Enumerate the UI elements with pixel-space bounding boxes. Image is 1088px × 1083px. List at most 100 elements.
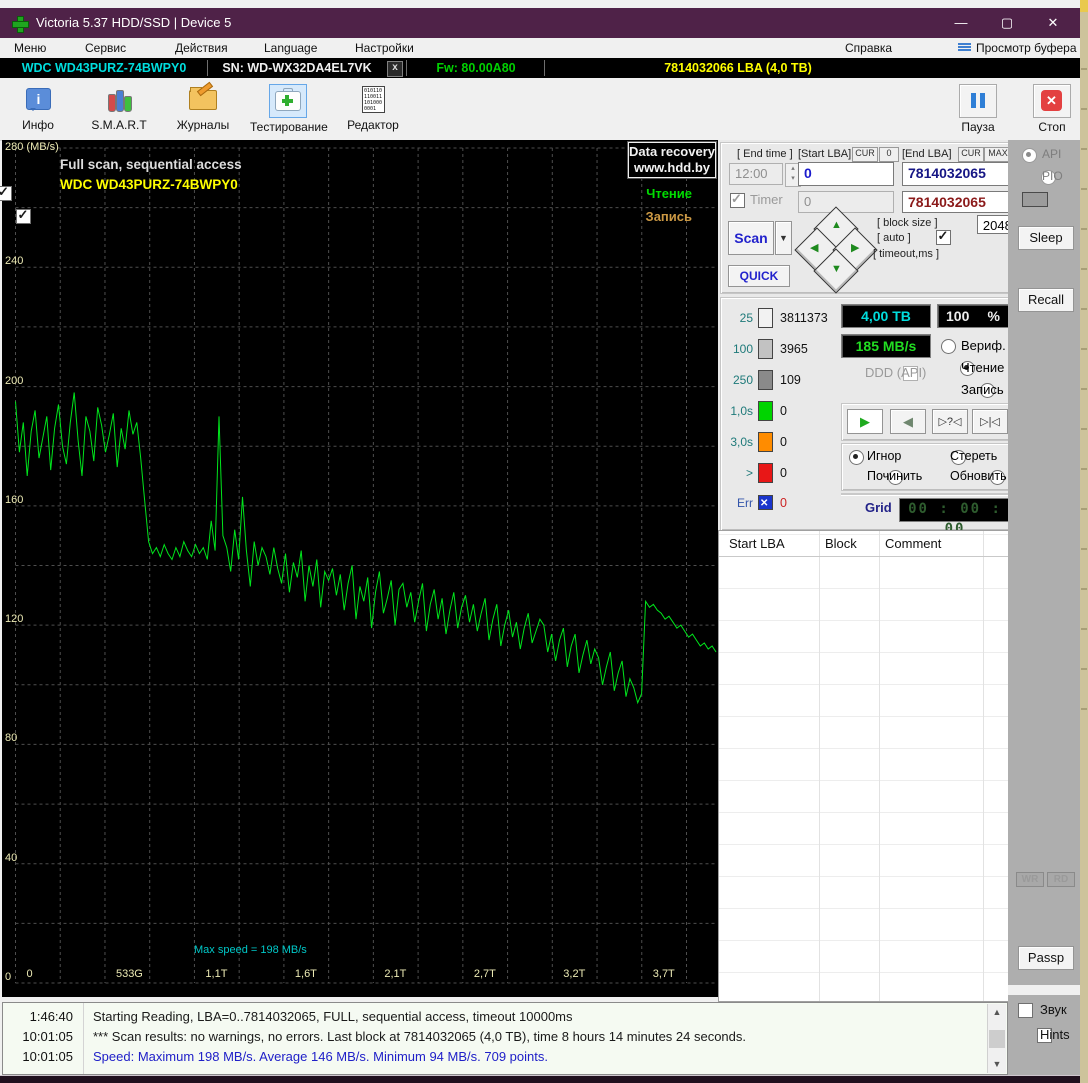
play-button[interactable]: ▶ [847,409,883,434]
victoria-app-window: Victoria 5.37 HDD/SSD | Device 5 — ▢ ✕ М… [0,0,1088,1083]
stat-row-25: 253811373 [723,308,828,328]
x-tick-label: 533G [116,968,143,980]
column-header-start-lba[interactable]: Start LBA [729,536,785,551]
auto-checkbox[interactable] [936,230,951,245]
menu-item-service[interactable]: Сервис [85,41,126,55]
legend-read-checkbox[interactable] [0,186,12,201]
x-tick-label: 3,2T [563,968,585,980]
speed-graph: 280 (MB/s)24020016012080400 0533G1,1T1,6… [2,140,719,997]
scroll-down-icon[interactable]: ▼ [988,1056,1006,1073]
menu-item-settings[interactable]: Настройки [355,41,414,55]
pio-label: PIO [1042,169,1063,183]
column-divider [983,531,984,1001]
timer-field[interactable]: 0 [798,191,894,213]
toolbar-smart-button[interactable]: S.M.A.R.T [81,82,157,136]
swatch-3s [758,432,773,452]
stat-row-err: Err0 [723,494,787,512]
scan-settings-group: [ End time ] 12:00 ▴▾ [Start LBA] CUR 0 … [720,142,1012,294]
ignore-radio[interactable] [849,450,864,465]
y-tick-label: 0 [5,971,11,983]
end-lba-cur-button[interactable]: CUR [958,147,984,162]
legend-read-label: Чтение [646,186,692,202]
transport-group: ▶ ◀ ▷?◁ ▷|◁ [841,403,1013,441]
rd-button[interactable]: RD [1047,872,1075,887]
jog-left-icon: ◀ [810,241,818,254]
minimize-button[interactable]: — [938,8,984,38]
scan-dropdown-button[interactable]: ▼ [775,221,792,255]
stop-icon: ✕ [1033,84,1071,118]
end-lba2-field[interactable]: 7814032065 [902,191,1010,213]
menu-item-help[interactable]: Справка [845,41,892,55]
column-divider [879,531,880,1001]
jog-pad[interactable]: ▲ ◀ ▶ ▼ [799,211,873,289]
legend-write-checkbox[interactable] [16,209,31,224]
menu-item-language[interactable]: Language [264,41,317,55]
column-header-block[interactable]: Block [825,536,857,551]
read-label: Чтение [961,360,1004,375]
x-tick-label: 3,7T [653,968,675,980]
sleep-button[interactable]: Sleep [1018,226,1074,250]
device-bar: WDC WD43PURZ-74BWPY0 SN: WD-WX32DA4EL7VK… [0,58,1080,78]
legend-write-label: Запись [646,209,692,225]
info-icon: i [20,84,56,116]
scroll-up-icon[interactable]: ▲ [988,1004,1006,1021]
device-close-button[interactable]: x [387,61,403,77]
y-tick-label: 240 [5,255,23,267]
verify-radio[interactable] [941,339,956,354]
log-row: 10:01:05 Speed: Maximum 198 MB/s. Averag… [3,1047,1007,1067]
scrollbar-thumb[interactable] [989,1030,1005,1048]
sound-label: Звук [1040,1002,1067,1017]
sound-checkbox[interactable] [1018,1003,1033,1018]
reverse-button[interactable]: ◀ [890,409,926,434]
wr-button[interactable]: WR [1016,872,1044,887]
log-row: 10:01:05 *** Scan results: no warnings, … [3,1027,1007,1047]
toolbar: i Инфо S.M.A.R.T Журналы Тестирование 01… [0,78,1080,141]
quick-button[interactable]: QUICK [728,265,790,287]
ddd-label: DDD (API) [865,365,926,380]
menu-item-actions[interactable]: Действия [175,41,228,55]
toolbar-logs-button[interactable]: Журналы [165,82,241,136]
pause-icon [959,84,997,118]
start-lba-cur-button[interactable]: CUR [852,147,878,162]
toolbar-stop-button[interactable]: ✕ Стоп [1014,82,1088,136]
device-model[interactable]: WDC WD43PURZ-74BWPY0 [4,58,204,78]
toolbar-editor-button[interactable]: 010110 110011 101000 0001 Редактор [335,82,411,136]
log-scrollbar[interactable]: ▲ ▼ [987,1004,1006,1073]
spacer [1008,985,1080,995]
api-radio[interactable] [1022,148,1037,163]
scan-question-button[interactable]: ▷?◁ [932,409,968,434]
toolbar-info-button[interactable]: i Инфо [0,82,76,136]
size-display: 4,00 ТВ [841,304,931,328]
start-lba-label: [Start LBA] [798,148,851,160]
scan-button[interactable]: Scan [728,221,774,255]
y-tick-label: 160 [5,494,23,506]
menu-item-menu[interactable]: Меню [14,41,46,55]
defect-action-group: Игнор Стереть Починить Обновить [841,443,1013,491]
max-speed-note: Max speed = 198 MB/s [194,944,307,956]
device-lba: 7814032066 LBA (4,0 ТВ) [548,58,928,78]
close-button[interactable]: ✕ [1030,8,1076,38]
swatch-250 [758,370,773,390]
column-header-comment[interactable]: Comment [885,536,941,551]
window-title: Victoria 5.37 HDD/SSD | Device 5 [36,15,231,30]
swatch-1s [758,401,773,421]
end-lba-field[interactable]: 7814032065 [902,162,1010,186]
to-end-button[interactable]: ▷|◁ [972,409,1008,434]
toolbar-pause-button[interactable]: Пауза [940,82,1016,136]
start-lba-field[interactable]: 0 [798,162,894,186]
window-bottom-border [0,1075,1088,1083]
timer-checkbox[interactable] [730,193,745,208]
jog-right-icon: ▶ [851,241,859,254]
end-lba-label: [End LBA] [902,148,952,160]
passp-button[interactable]: Passp [1018,946,1074,970]
grid-label: Grid [865,500,892,515]
recall-button[interactable]: Recall [1018,288,1074,312]
y-tick-label: 200 [5,375,23,387]
toolbar-test-button[interactable]: Тестирование [250,82,326,136]
end-time-spinner[interactable]: 12:00 [729,163,783,185]
start-lba-zero-button[interactable]: 0 [879,147,899,162]
activity-led [1022,192,1048,207]
maximize-button[interactable]: ▢ [984,8,1030,38]
folder-pencil-icon [185,84,221,116]
menu-item-view-buffer[interactable]: Просмотр буфера [976,41,1077,55]
